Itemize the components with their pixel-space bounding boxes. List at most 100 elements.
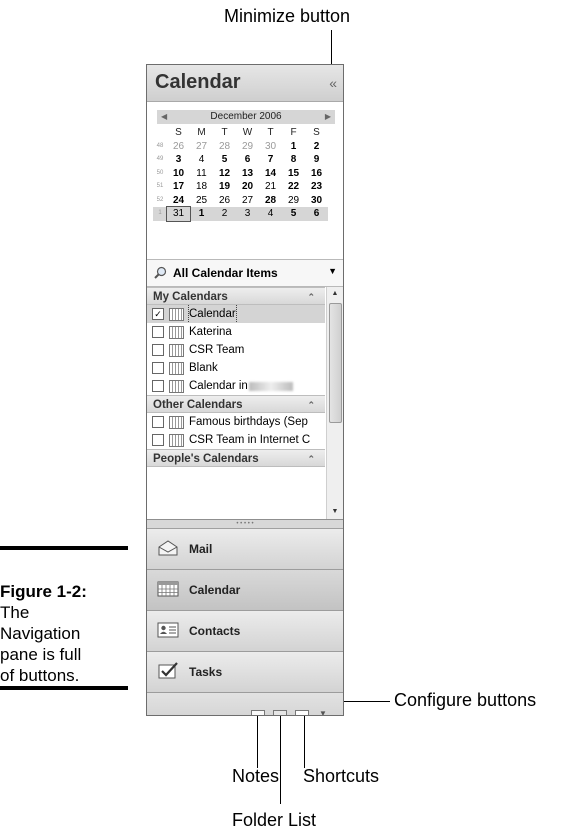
day-cell[interactable]: 29 bbox=[236, 140, 259, 154]
figure-label: Figure 1-2: bbox=[0, 582, 87, 601]
notes-icon[interactable] bbox=[251, 710, 265, 715]
day-cell[interactable]: 8 bbox=[282, 153, 305, 167]
day-cell[interactable]: 27 bbox=[236, 194, 259, 208]
day-cell[interactable]: 15 bbox=[282, 167, 305, 181]
day-cell[interactable]: 14 bbox=[259, 167, 282, 181]
day-cell[interactable]: 25 bbox=[190, 194, 213, 208]
group-header[interactable]: Other Calendars ⌃ bbox=[147, 395, 325, 413]
day-cell[interactable]: 30 bbox=[259, 140, 282, 154]
day-cell[interactable]: 19 bbox=[213, 180, 236, 194]
day-cell[interactable]: 10 bbox=[167, 167, 190, 181]
tasks-button[interactable]: Tasks bbox=[147, 652, 343, 693]
calendar-filter[interactable]: All Calendar Items ▼ bbox=[147, 260, 343, 287]
group-header[interactable]: People's Calendars ⌃ bbox=[147, 449, 325, 467]
calendar-small-icon bbox=[169, 362, 184, 375]
figure-caption: Figure 1-2: The Navigation pane is full … bbox=[0, 581, 130, 686]
filter-dropdown-icon[interactable]: ▼ bbox=[328, 266, 337, 276]
calendar-checkbox[interactable] bbox=[152, 326, 164, 338]
calendar-checkbox[interactable] bbox=[152, 380, 164, 392]
mail-button[interactable]: Mail bbox=[147, 529, 343, 570]
day-cell[interactable]: 5 bbox=[282, 207, 305, 221]
day-cell[interactable]: 26 bbox=[213, 194, 236, 208]
day-cell[interactable]: 2 bbox=[213, 207, 236, 221]
day-cell[interactable]: 2 bbox=[305, 140, 328, 154]
day-cell[interactable]: 23 bbox=[305, 180, 328, 194]
calendar-name: Blank bbox=[189, 362, 218, 374]
group-title: People's Calendars bbox=[153, 453, 259, 465]
calendar-list-item[interactable]: CSR Team in Internet C bbox=[147, 431, 325, 449]
calendar-checkbox[interactable] bbox=[152, 344, 164, 356]
calendar-checkbox[interactable] bbox=[152, 434, 164, 446]
day-cell[interactable]: 3 bbox=[167, 153, 190, 167]
calendar-name: Calendar in bbox=[189, 380, 248, 392]
scroll-down-icon[interactable]: ▼ bbox=[327, 505, 343, 519]
day-cell[interactable]: 5 bbox=[213, 153, 236, 167]
collapse-chevron-icon[interactable]: ⌃ bbox=[307, 288, 315, 306]
day-cell[interactable]: 16 bbox=[305, 167, 328, 181]
collapse-chevron-icon[interactable]: ⌃ bbox=[307, 450, 315, 468]
minimize-button[interactable]: « bbox=[329, 75, 337, 91]
day-cell[interactable]: 4 bbox=[190, 153, 213, 167]
scroll-up-icon[interactable]: ▲ bbox=[327, 287, 343, 301]
configure-buttons-chevron-icon[interactable]: ▼ bbox=[319, 709, 327, 715]
day-cell[interactable]: 3 bbox=[236, 207, 259, 221]
week-number: 52 bbox=[156, 196, 164, 203]
day-cell[interactable]: 1 bbox=[282, 140, 305, 154]
day-header: F bbox=[290, 127, 297, 138]
navigation-pane: Calendar « ◀ December 2006 ▶ S M T W T F S 48 26… bbox=[146, 64, 344, 716]
collapse-chevron-icon[interactable]: ⌃ bbox=[307, 396, 315, 414]
calendar-checkbox[interactable]: ✓ bbox=[152, 308, 164, 320]
day-cell[interactable]: 17 bbox=[167, 180, 190, 194]
day-cell[interactable]: 13 bbox=[236, 167, 259, 181]
day-cell[interactable]: 30 bbox=[305, 194, 328, 208]
calendar-checkbox[interactable] bbox=[152, 416, 164, 428]
calendar-list-item[interactable]: Katerina bbox=[147, 323, 325, 341]
caption-line: Navigation bbox=[0, 624, 81, 643]
calendar-list-item[interactable]: CSR Team bbox=[147, 341, 325, 359]
date-navigator: ◀ December 2006 ▶ S M T W T F S 48 26 27 28 29 30 1 2 4… bbox=[147, 102, 343, 260]
day-cell[interactable]: 18 bbox=[190, 180, 213, 194]
pane-splitter[interactable]: • • • • • bbox=[147, 520, 343, 529]
contacts-button[interactable]: Contacts bbox=[147, 611, 343, 652]
calendar-icon bbox=[157, 581, 179, 597]
day-cell[interactable]: 22 bbox=[282, 180, 305, 194]
day-cell[interactable]: 4 bbox=[259, 207, 282, 221]
calendar-list-item[interactable]: ✓ Calendar bbox=[147, 305, 325, 323]
day-cell[interactable]: 6 bbox=[305, 207, 328, 221]
day-cell[interactable]: 7 bbox=[259, 153, 282, 167]
caption-line: pane is full bbox=[0, 645, 82, 664]
calendar-small-icon bbox=[169, 344, 184, 357]
group-header[interactable]: My Calendars ⌃ bbox=[147, 287, 325, 305]
calendar-name: CSR Team in Internet C bbox=[189, 434, 311, 446]
day-cell[interactable]: 12 bbox=[213, 167, 236, 181]
calendar-checkbox[interactable] bbox=[152, 362, 164, 374]
day-cell[interactable]: 9 bbox=[305, 153, 328, 167]
day-cell[interactable]: 11 bbox=[190, 167, 213, 181]
pane-title: Calendar bbox=[155, 71, 241, 93]
day-cell[interactable]: 21 bbox=[259, 180, 282, 194]
day-header: S bbox=[175, 127, 182, 138]
calendar-list-item[interactable]: Calendar in bbox=[147, 377, 325, 395]
calendar-list-item[interactable]: Blank bbox=[147, 359, 325, 377]
folder-list-icon[interactable] bbox=[273, 710, 287, 715]
scroll-thumb[interactable] bbox=[329, 303, 342, 423]
calendar-list-item[interactable]: Famous birthdays (Sep bbox=[147, 413, 325, 431]
day-cell[interactable]: 27 bbox=[190, 140, 213, 154]
day-cell[interactable]: 6 bbox=[236, 153, 259, 167]
day-cell[interactable]: 20 bbox=[236, 180, 259, 194]
day-header: W bbox=[242, 127, 253, 138]
day-cell[interactable]: 28 bbox=[213, 140, 236, 154]
next-month-arrow-icon[interactable]: ▶ bbox=[325, 110, 331, 124]
day-cell[interactable]: 26 bbox=[167, 140, 190, 154]
day-cell[interactable]: 29 bbox=[282, 194, 305, 208]
shortcuts-icon[interactable] bbox=[295, 710, 309, 715]
calendar-button[interactable]: Calendar bbox=[147, 570, 343, 611]
calendar-name: Calendar bbox=[188, 305, 237, 323]
day-cell[interactable]: 31 bbox=[166, 206, 191, 222]
previous-month-arrow-icon[interactable]: ◀ bbox=[161, 110, 167, 124]
lists-scrollbar[interactable]: ▲ ▼ bbox=[326, 287, 343, 519]
day-cell[interactable]: 1 bbox=[190, 207, 213, 221]
folder-leader-line bbox=[280, 704, 281, 804]
day-cell[interactable]: 24 bbox=[167, 194, 190, 208]
day-cell[interactable]: 28 bbox=[259, 194, 282, 208]
